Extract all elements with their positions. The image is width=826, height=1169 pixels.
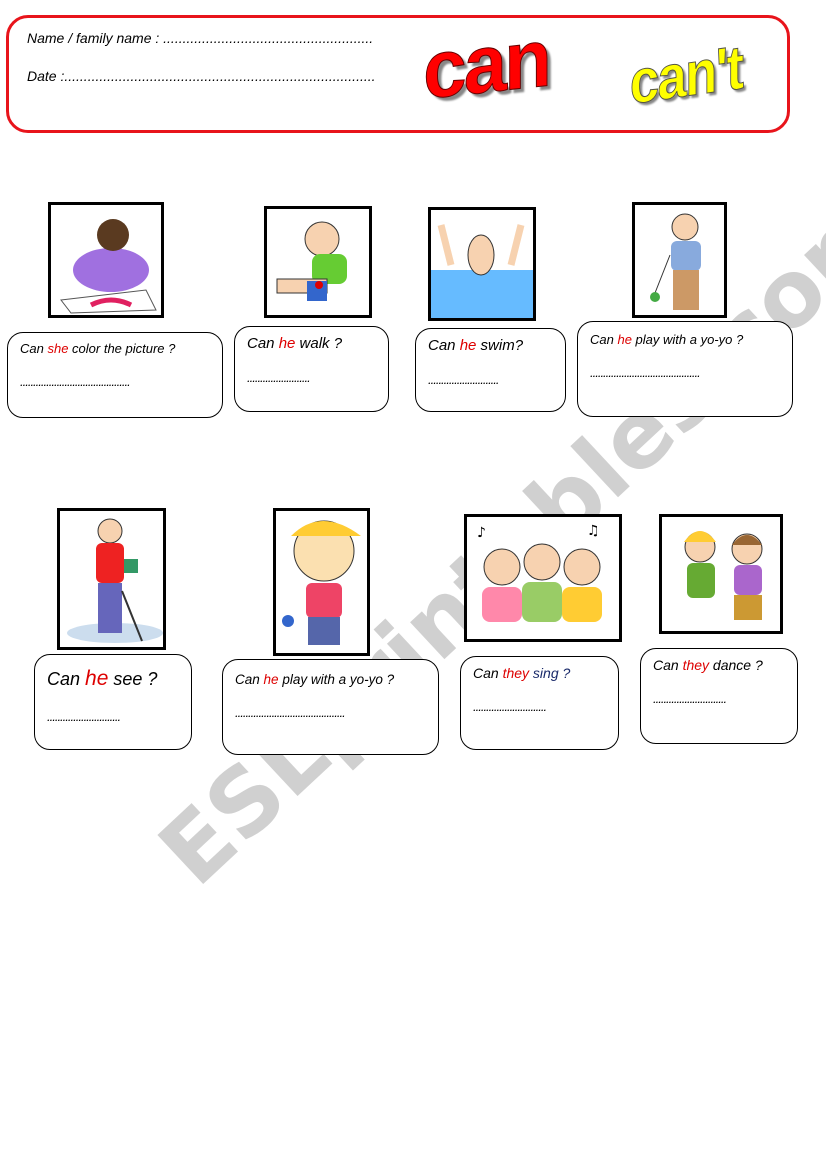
- subject: they: [502, 665, 530, 681]
- answer-line[interactable]: ........................................…: [20, 374, 210, 389]
- picture-boy-yoyo: [273, 508, 370, 656]
- picture-man-yoyo: [632, 202, 727, 318]
- subject: she: [47, 341, 69, 356]
- subject: he: [263, 672, 279, 687]
- answer-line[interactable]: ........................................…: [590, 365, 780, 380]
- question-card: Can he see ? ...........................…: [34, 654, 192, 750]
- question-text: Can he walk ?: [247, 335, 343, 352]
- subject: he: [278, 335, 296, 352]
- answer-line[interactable]: ........................: [247, 370, 376, 385]
- question-text: Can they dance ?: [653, 657, 763, 673]
- subject: they: [682, 657, 710, 673]
- answer-line[interactable]: ............................: [473, 699, 606, 714]
- title-can: can: [423, 12, 550, 117]
- question-text: Can he swim?: [428, 337, 524, 354]
- question-card: Can they sing ? ........................…: [460, 656, 619, 750]
- answer-line[interactable]: ............................: [653, 691, 785, 706]
- question-card: Can he play with a yo-yo ? .............…: [222, 659, 439, 755]
- question-text: Can they sing ?: [473, 665, 571, 681]
- question-text: Can he play with a yo-yo ?: [235, 672, 395, 687]
- date-field[interactable]: Date :..................................…: [27, 68, 376, 84]
- picture-blind-man-cane: [57, 508, 166, 650]
- question-card: Can he walk ? ........................: [234, 326, 389, 412]
- picture-boy-drowning: [428, 207, 536, 321]
- question-card: Can he play with a yo-yo ? .............…: [577, 321, 793, 417]
- question-card: Can they dance ? .......................…: [640, 648, 798, 744]
- picture-kids-singing: ♪ ♫: [464, 514, 622, 642]
- worksheet-page: Name / family name : ...................…: [0, 0, 826, 1169]
- picture-kids-dancing: [659, 514, 783, 634]
- question-text: Can he play with a yo-yo ?: [590, 332, 744, 347]
- svg-text:♫: ♫: [587, 523, 600, 539]
- question-card: Can she color the picture ? ............…: [7, 332, 223, 418]
- svg-text:♪: ♪: [477, 525, 486, 541]
- name-field[interactable]: Name / family name : ...................…: [27, 30, 373, 46]
- subject: he: [617, 332, 632, 347]
- picture-boy-hurt-knee: [264, 206, 372, 318]
- answer-line[interactable]: ............................: [47, 709, 179, 724]
- picture-girl-coloring: [48, 202, 164, 318]
- question-text: Can she color the picture ?: [20, 341, 176, 356]
- subject: he: [459, 337, 477, 354]
- subject: he: [85, 667, 109, 690]
- question-text: Can he see ?: [47, 667, 158, 690]
- answer-line[interactable]: ...........................: [428, 372, 553, 387]
- answer-line[interactable]: ........................................…: [235, 705, 426, 720]
- question-card: Can he swim? ...........................: [415, 328, 566, 412]
